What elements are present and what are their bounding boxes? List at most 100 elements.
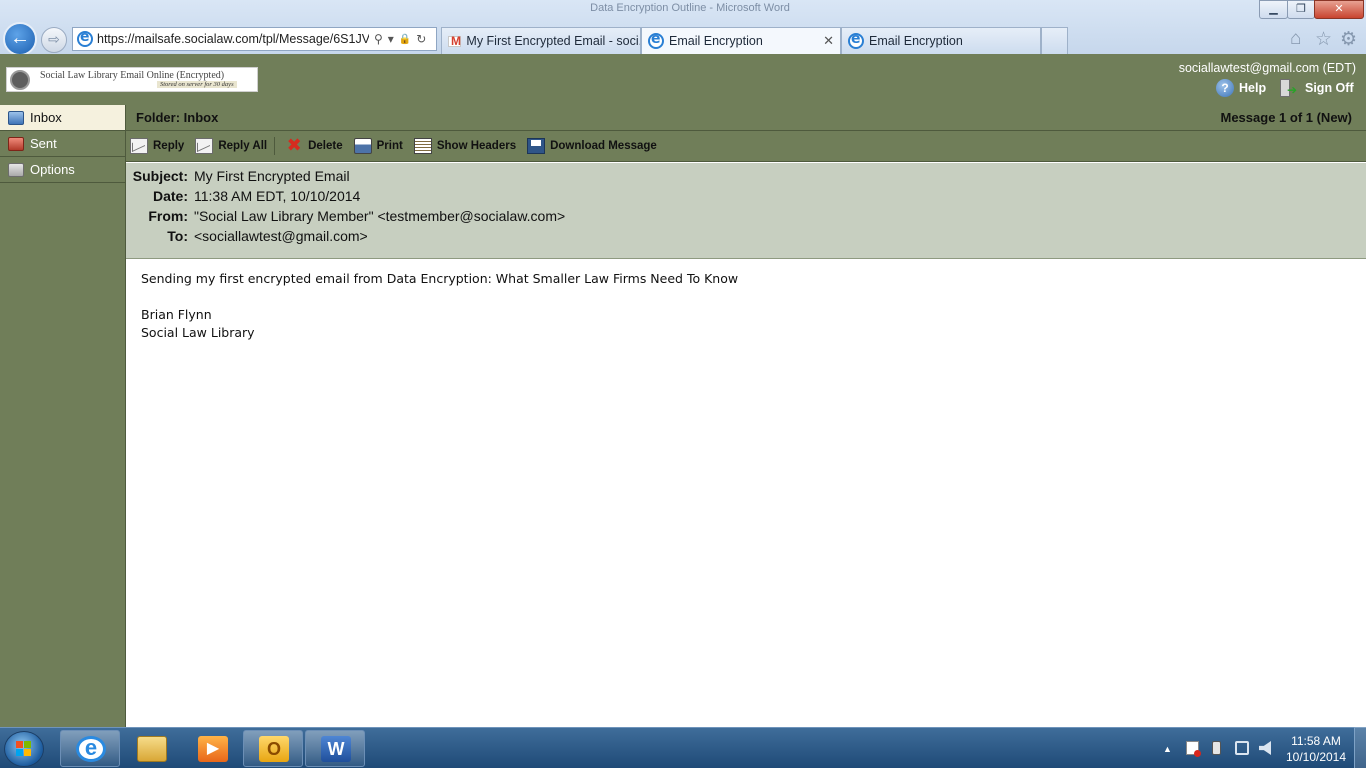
tab-email-encryption-active[interactable]: Email Encryption ✕ xyxy=(641,27,841,54)
clock-date: 10/10/2014 xyxy=(1285,750,1347,764)
ie-icon xyxy=(77,29,93,47)
tab-label: My First Encrypted Email - soci... xyxy=(466,34,640,48)
help-icon: ? xyxy=(1216,79,1234,97)
message-toolbar: Reply Reply All ✖ Delete Print Show Head… xyxy=(126,131,1366,162)
taskbar-file-explorer[interactable] xyxy=(121,730,181,767)
word-icon: W xyxy=(321,736,351,762)
sign-off-button[interactable]: ➔ Sign Off xyxy=(1280,79,1354,97)
show-headers-label: Show Headers xyxy=(436,140,517,152)
taskbar-word[interactable]: W xyxy=(305,730,365,767)
message-counter: Message 1 of 1 (New) xyxy=(1220,110,1353,125)
help-label: Help xyxy=(1239,81,1267,95)
address-url[interactable]: https://mailsafe.socialaw.com/tpl/Messag… xyxy=(97,32,369,46)
signature-org: Social Law Library xyxy=(141,325,255,340)
page-header: Social Law Library Email Online (Encrypt… xyxy=(0,54,1366,105)
taskbar-outlook[interactable]: O xyxy=(243,730,303,767)
windows-logo-icon xyxy=(16,741,32,757)
from-value: "Social Law Library Member" <testmember@… xyxy=(194,208,566,224)
system-clock[interactable]: 11:58 AM 10/10/2014 xyxy=(1284,733,1348,765)
sidebar-item-sent[interactable]: Sent xyxy=(0,131,125,157)
sign-off-icon: ➔ xyxy=(1280,79,1297,97)
gear-icon[interactable]: ⚙ xyxy=(1340,28,1357,51)
download-message-button[interactable]: Download Message xyxy=(527,138,657,154)
gmail-icon xyxy=(448,34,463,48)
from-label: From: xyxy=(148,208,188,224)
clock-time: 11:58 AM xyxy=(1291,734,1341,748)
reply-all-label: Reply All xyxy=(218,140,268,152)
action-center-flag-icon[interactable] xyxy=(1186,741,1201,757)
maximize-button[interactable]: ❐ xyxy=(1287,0,1315,19)
reply-label: Reply xyxy=(153,140,185,152)
toolbar-divider xyxy=(274,137,276,155)
delete-button[interactable]: ✖ Delete xyxy=(285,135,343,155)
minimize-button[interactable]: ▁ xyxy=(1259,0,1288,19)
print-button[interactable]: Print xyxy=(353,138,403,154)
sidebar-item-options[interactable]: Options xyxy=(0,157,125,183)
sidebar: Inbox Sent Options xyxy=(0,105,126,727)
browser-chrome: Data Encryption Outline - Microsoft Word… xyxy=(0,0,1366,56)
tab-gmail[interactable]: My First Encrypted Email - soci... xyxy=(441,27,641,54)
delete-label: Delete xyxy=(308,140,343,152)
network-icon[interactable] xyxy=(1235,741,1249,755)
favorites-star-icon[interactable]: ☆ xyxy=(1315,28,1332,51)
tab-email-encryption[interactable]: Email Encryption xyxy=(841,27,1041,54)
print-label: Print xyxy=(376,140,403,152)
seal-icon xyxy=(10,70,30,90)
tab-label: Email Encryption xyxy=(669,34,763,48)
from-row: From: "Social Law Library Member" <testm… xyxy=(130,206,1366,226)
tray-expand-icon[interactable]: ▲ xyxy=(1163,744,1172,754)
delete-icon: ✖ xyxy=(286,135,302,155)
outlook-icon: O xyxy=(259,736,289,762)
help-button[interactable]: ? Help xyxy=(1216,79,1266,97)
ie-icon xyxy=(848,31,864,49)
tab-label: Email Encryption xyxy=(869,34,963,48)
refresh-icon[interactable]: ↻ xyxy=(416,32,426,46)
sent-icon xyxy=(8,136,24,151)
forward-button[interactable]: ⇨ xyxy=(41,27,67,53)
new-tab-button[interactable] xyxy=(1041,27,1068,54)
start-button[interactable] xyxy=(4,731,44,767)
sidebar-item-label: Inbox xyxy=(30,110,62,125)
message-body: Sending my first encrypted email from Da… xyxy=(126,260,1366,727)
to-row: To: <sociallawtest@gmail.com> xyxy=(130,226,1366,246)
subject-row: Subject: My First Encrypted Email xyxy=(130,166,1366,186)
home-icon[interactable]: ⌂ xyxy=(1290,28,1301,50)
close-window-button[interactable]: ✕ xyxy=(1314,0,1364,19)
folder-bar: Folder: Inbox Message 1 of 1 (New) xyxy=(126,105,1366,131)
back-button[interactable]: ← xyxy=(3,22,37,56)
sidebar-item-label: Options xyxy=(30,162,75,177)
show-headers-button[interactable]: Show Headers xyxy=(413,138,517,154)
taskbar-media-player[interactable]: ▶ xyxy=(182,730,242,767)
options-icon xyxy=(8,162,24,177)
user-email: sociallawtest@gmail.com (EDT) xyxy=(1178,61,1356,75)
signature-name: Brian Flynn xyxy=(141,307,212,322)
folder-icon xyxy=(137,736,167,762)
subject-label: Subject: xyxy=(132,168,188,184)
dropdown-icon[interactable]: ▾ xyxy=(388,32,394,46)
headers-icon xyxy=(413,138,432,154)
logo-title: Social Law Library Email Online (Encrypt… xyxy=(40,70,225,81)
date-label: Date: xyxy=(152,188,188,204)
reply-button[interactable]: Reply xyxy=(130,138,184,154)
printer-icon xyxy=(353,138,372,154)
save-disk-icon xyxy=(527,138,546,154)
to-label: To: xyxy=(167,228,188,244)
ie-icon xyxy=(648,31,664,49)
logo: Social Law Library Email Online (Encrypt… xyxy=(6,67,258,92)
reply-all-icon xyxy=(195,138,214,154)
download-label: Download Message xyxy=(550,140,657,152)
address-bar[interactable]: https://mailsafe.socialaw.com/tpl/Messag… xyxy=(72,27,437,51)
lock-icon[interactable]: 🔒 xyxy=(399,34,411,45)
to-value: <sociallawtest@gmail.com> xyxy=(194,228,368,244)
reply-all-button[interactable]: Reply All xyxy=(195,138,267,154)
battery-icon[interactable] xyxy=(1212,741,1221,755)
sidebar-item-inbox[interactable]: Inbox xyxy=(0,105,125,131)
taskbar-internet-explorer[interactable]: e xyxy=(60,730,120,767)
body-text: Sending my first encrypted email from Da… xyxy=(141,271,739,286)
subject-value: My First Encrypted Email xyxy=(194,168,350,184)
close-tab-icon[interactable]: ✕ xyxy=(823,33,834,49)
message-header: Subject: My First Encrypted Email Date: … xyxy=(126,163,1366,259)
show-desktop-button[interactable] xyxy=(1354,727,1366,768)
search-icon[interactable]: ⚲ xyxy=(374,32,383,46)
window-title: Data Encryption Outline - Microsoft Word xyxy=(590,2,790,14)
